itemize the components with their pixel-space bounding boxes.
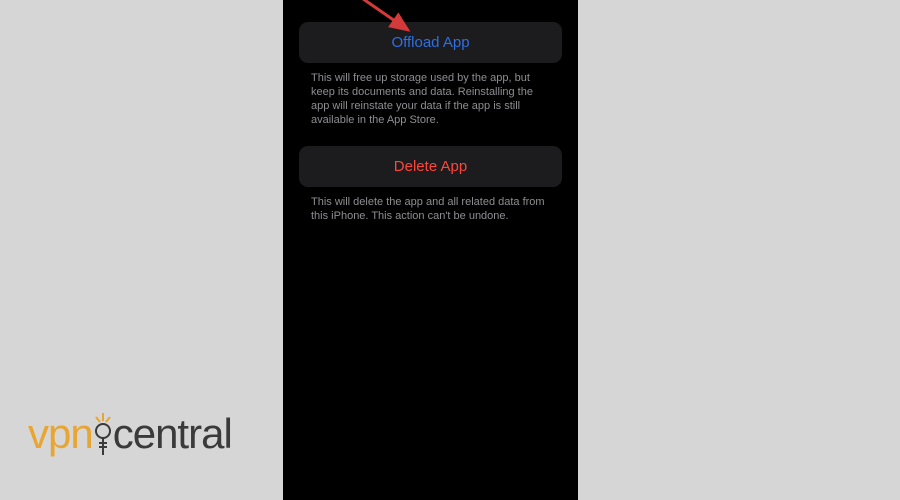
vpncentral-watermark-logo: vpn central (28, 408, 232, 460)
delete-app-button[interactable]: Delete App (299, 146, 562, 187)
offload-app-button[interactable]: Offload App (299, 22, 562, 63)
screenshot-stage: Offload App This will free up storage us… (0, 0, 900, 500)
lightbulb-icon (91, 411, 115, 457)
delete-description: This will delete the app and all related… (295, 187, 566, 229)
offload-description: This will free up storage used by the ap… (295, 63, 566, 133)
watermark-text-left: vpn (28, 410, 93, 458)
watermark-text-right: central (113, 410, 232, 458)
phone-screen: Offload App This will free up storage us… (283, 0, 578, 500)
app-storage-settings: Offload App This will free up storage us… (283, 0, 578, 229)
